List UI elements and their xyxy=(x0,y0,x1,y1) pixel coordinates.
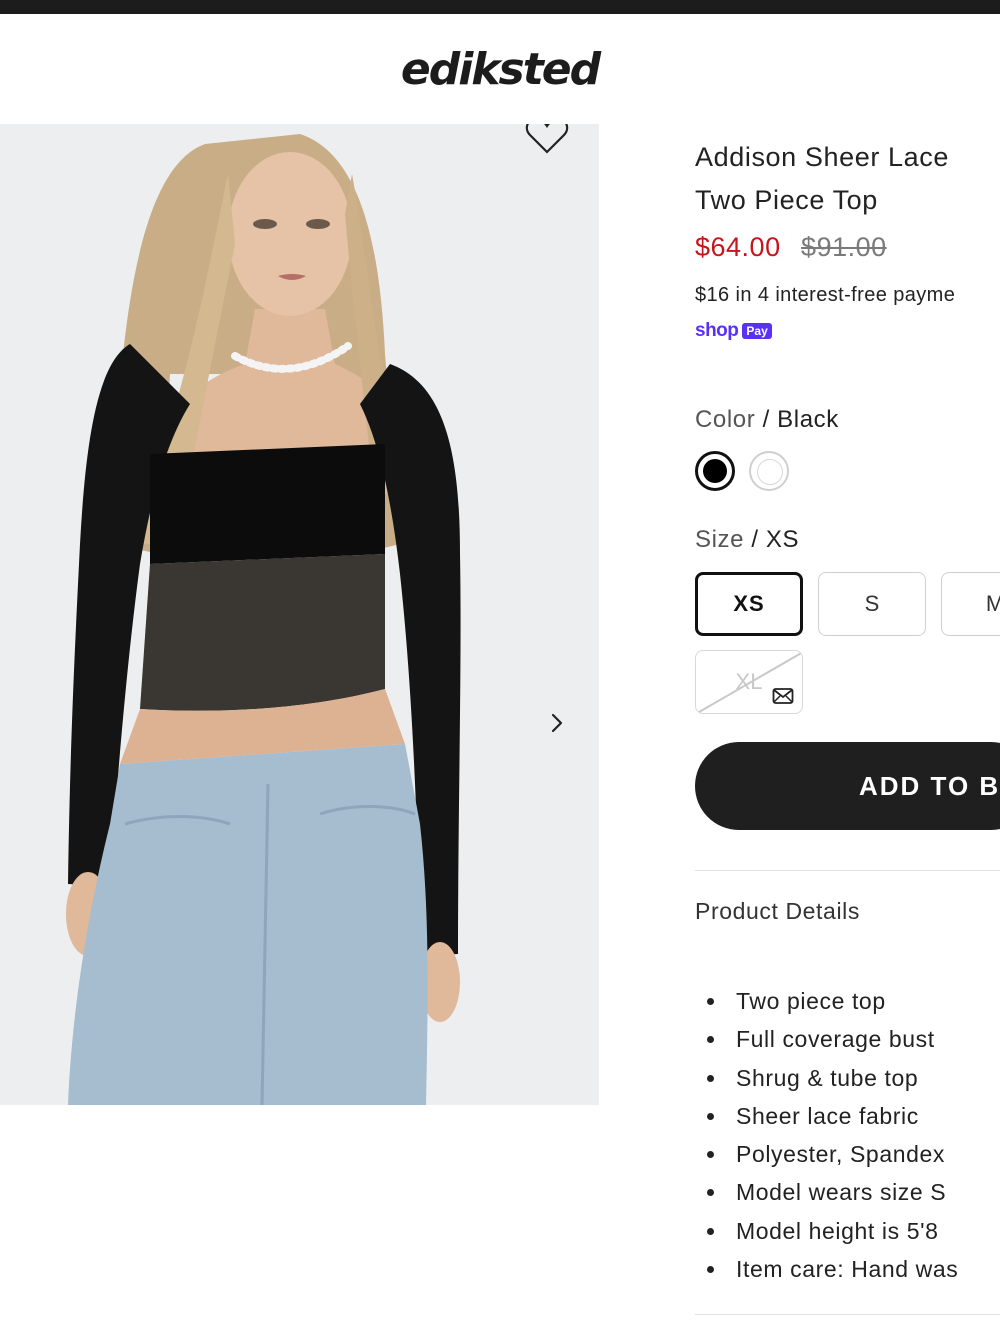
product-image-gallery[interactable] xyxy=(0,124,599,1105)
brand-logo[interactable]: ediksted xyxy=(0,44,1000,95)
list-item: Model height is 5'8 xyxy=(695,1212,958,1250)
color-swatch-white[interactable] xyxy=(749,451,789,491)
size-option-s[interactable]: S xyxy=(818,572,926,636)
color-separator: / xyxy=(755,406,778,433)
size-separator: / xyxy=(744,526,766,553)
list-item: Two piece top xyxy=(695,982,958,1020)
size-label: Size / XS xyxy=(695,526,799,554)
size-option-xl-sold-out[interactable]: XL xyxy=(695,650,803,714)
chevron-right-icon[interactable] xyxy=(540,706,574,740)
size-option-xs[interactable]: XS xyxy=(695,572,803,636)
size-selected-value: XS xyxy=(765,526,800,553)
add-to-bag-button[interactable]: ADD TO B xyxy=(695,742,1000,830)
color-label-text: Color xyxy=(695,406,756,433)
heart-icon[interactable] xyxy=(524,124,570,156)
product-photo[interactable] xyxy=(0,124,599,1105)
mail-icon[interactable] xyxy=(772,687,794,705)
site-header: ediksted xyxy=(0,14,1000,124)
size-option-m[interactable]: M xyxy=(941,572,1000,636)
color-swatch-black[interactable] xyxy=(695,451,735,491)
shop-pay-pill: Pay xyxy=(742,323,772,339)
sale-price: $64.00 xyxy=(695,232,781,262)
status-bar xyxy=(0,0,1000,14)
list-item: Model wears size S xyxy=(695,1173,958,1211)
price-row: $64.00 $91.00 xyxy=(695,232,887,263)
list-item: Sheer lace fabric xyxy=(695,1097,958,1135)
list-item: Shrug & tube top xyxy=(695,1059,958,1097)
product-details-list: Two piece top Full coverage bust Shrug &… xyxy=(695,982,958,1288)
list-item: Item care: Hand was xyxy=(695,1250,958,1288)
installments-text: $16 in 4 interest-free payme xyxy=(695,284,956,306)
color-selected-value: Black xyxy=(777,406,839,433)
list-item: Polyester, Spandex xyxy=(695,1135,958,1173)
shop-pay-badge[interactable]: shop Pay xyxy=(695,320,772,341)
color-label: Color / Black xyxy=(695,406,839,434)
product-title: Addison Sheer Lace Two Piece Top xyxy=(695,142,949,215)
divider xyxy=(695,870,1000,871)
product-details-toggle[interactable]: Product Details xyxy=(695,898,860,925)
compare-at-price: $91.00 xyxy=(801,232,887,262)
shop-pay-wordmark: shop xyxy=(695,320,739,341)
list-item: Full coverage bust xyxy=(695,1020,958,1058)
divider xyxy=(695,1314,1000,1315)
size-label-text: Size xyxy=(695,526,745,553)
